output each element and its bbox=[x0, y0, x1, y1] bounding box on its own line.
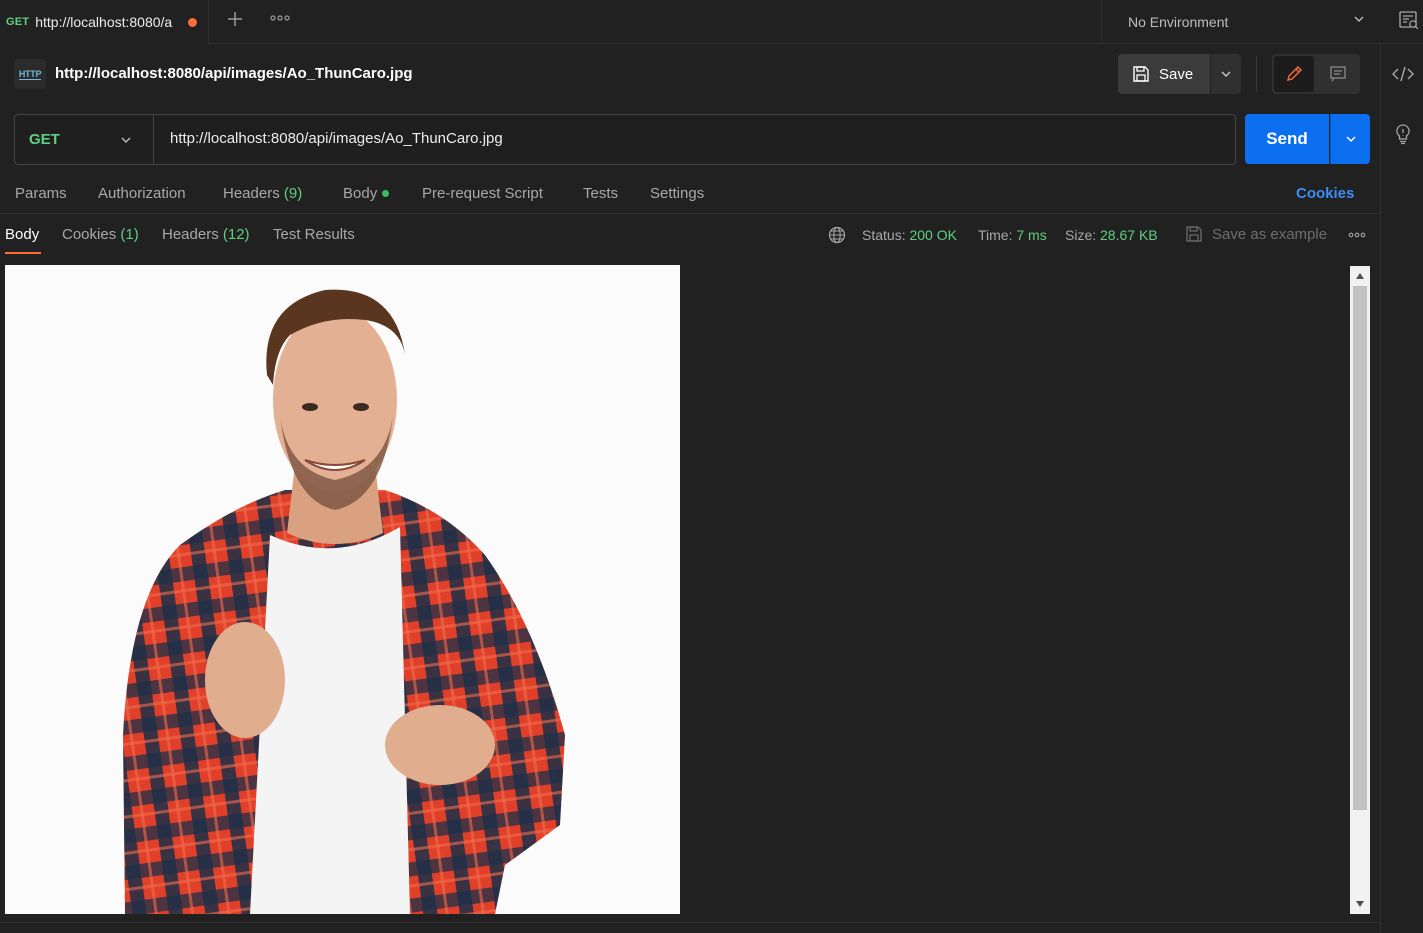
pencil-icon bbox=[1287, 66, 1302, 81]
method-value: GET bbox=[29, 131, 60, 148]
tab-method: GET bbox=[6, 16, 30, 28]
http-badge-label: HTTP bbox=[18, 68, 42, 80]
code-icon bbox=[1392, 66, 1414, 82]
method-select[interactable]: GET bbox=[15, 115, 154, 164]
response-tab-cookies[interactable]: Cookies (1) bbox=[62, 226, 139, 243]
chevron-down-icon bbox=[121, 137, 131, 143]
save-dropdown-button[interactable] bbox=[1211, 54, 1241, 94]
more-icon[interactable] bbox=[1348, 232, 1366, 238]
save-button[interactable]: Save bbox=[1118, 54, 1210, 94]
response-headers-count: (12) bbox=[222, 226, 250, 243]
url-bar: GET http://localhost:8080/api/images/Ao_… bbox=[14, 114, 1236, 165]
tab-settings[interactable]: Settings bbox=[650, 185, 704, 202]
response-size: Size: 28.67 KB bbox=[1065, 227, 1158, 243]
new-tab-button[interactable] bbox=[222, 6, 248, 32]
response-status: Status: 200 OK bbox=[862, 227, 957, 243]
tab-tests[interactable]: Tests bbox=[583, 185, 618, 202]
response-tabs: Body Cookies (1) Headers (12) Test Resul… bbox=[0, 214, 1380, 258]
time-value: 7 ms bbox=[1016, 227, 1047, 243]
tab-body-label: Body bbox=[343, 185, 378, 202]
headers-count: (9) bbox=[283, 185, 303, 202]
unsaved-dot bbox=[188, 17, 198, 27]
plus-icon bbox=[228, 12, 242, 26]
request-tab[interactable]: GET http://localhost:8080/a bbox=[0, 0, 209, 44]
response-tab-headers-label: Headers bbox=[162, 226, 219, 243]
response-tab-cookies-label: Cookies bbox=[62, 226, 117, 243]
tab-body[interactable]: Body bbox=[343, 185, 390, 202]
tab-headers[interactable]: Headers (9) bbox=[223, 185, 302, 202]
save-icon bbox=[1186, 226, 1202, 242]
edit-mode-button[interactable] bbox=[1274, 56, 1314, 92]
lightbulb-icon bbox=[1396, 124, 1410, 145]
right-sidebar bbox=[1380, 44, 1423, 933]
code-button[interactable] bbox=[1391, 62, 1415, 86]
time-label: Time: bbox=[978, 227, 1013, 243]
chevron-down-icon bbox=[1345, 136, 1356, 143]
response-tab-headers[interactable]: Headers (12) bbox=[162, 226, 250, 243]
size-label: Size: bbox=[1065, 227, 1097, 243]
mode-toggle bbox=[1272, 54, 1360, 94]
tab-authorization[interactable]: Authorization bbox=[98, 185, 186, 202]
person-photo bbox=[123, 289, 565, 914]
tab-headers-label: Headers bbox=[223, 185, 280, 202]
response-tab-test-results[interactable]: Test Results bbox=[273, 226, 355, 243]
comment-icon bbox=[1330, 66, 1346, 82]
send-dropdown-button[interactable] bbox=[1330, 114, 1370, 164]
body-indicator-dot bbox=[382, 189, 390, 197]
tab-bar: GET http://localhost:8080/a No Environme… bbox=[0, 0, 1423, 44]
tab-more-button[interactable] bbox=[266, 8, 294, 28]
save-icon bbox=[1133, 66, 1149, 82]
response-scrollbar[interactable] bbox=[1350, 266, 1370, 914]
scroll-up-arrow[interactable] bbox=[1355, 271, 1365, 281]
size-value: 28.67 KB bbox=[1100, 227, 1158, 243]
tab-pre-request-script[interactable]: Pre-request Script bbox=[422, 185, 543, 202]
tab-title: http://localhost:8080/a bbox=[35, 14, 173, 30]
response-tab-body[interactable]: Body bbox=[5, 226, 39, 243]
environment-quicklook-icon[interactable] bbox=[1398, 9, 1420, 31]
response-image-preview bbox=[5, 265, 680, 914]
info-button[interactable] bbox=[1391, 122, 1415, 146]
scroll-thumb[interactable] bbox=[1353, 286, 1367, 810]
url-input[interactable]: http://localhost:8080/api/images/Ao_Thun… bbox=[170, 130, 503, 147]
status-label: Status: bbox=[862, 227, 906, 243]
http-badge: HTTP bbox=[14, 59, 46, 89]
request-name[interactable]: http://localhost:8080/api/images/Ao_Thun… bbox=[55, 65, 413, 82]
environment-selector[interactable]: No Environment bbox=[1101, 0, 1380, 44]
cookies-link[interactable]: Cookies bbox=[1296, 185, 1354, 202]
globe-icon[interactable] bbox=[828, 226, 846, 244]
request-header: HTTP http://localhost:8080/api/images/Ao… bbox=[0, 44, 1380, 106]
save-as-example-label: Save as example bbox=[1212, 225, 1328, 243]
cookies-count: (1) bbox=[120, 226, 139, 243]
request-tabs: Params Authorization Headers (9) Body Pr… bbox=[0, 176, 1380, 214]
more-icon bbox=[270, 15, 290, 21]
environment-label: No Environment bbox=[1128, 14, 1229, 30]
scroll-down-arrow[interactable] bbox=[1355, 899, 1365, 909]
active-tab-indicator bbox=[5, 252, 41, 254]
divider bbox=[1256, 56, 1257, 92]
tab-params[interactable]: Params bbox=[15, 185, 67, 202]
footer-divider bbox=[0, 922, 1380, 923]
status-value: 200 OK bbox=[909, 227, 957, 243]
chevron-down-icon bbox=[1221, 71, 1231, 77]
response-time: Time: 7 ms bbox=[978, 227, 1047, 243]
send-button[interactable]: Send bbox=[1245, 114, 1329, 164]
comment-mode-button[interactable] bbox=[1318, 56, 1358, 92]
save-as-example-button[interactable]: Save as example bbox=[1185, 225, 1327, 243]
save-label: Save bbox=[1159, 65, 1194, 83]
chevron-down-icon bbox=[1354, 16, 1364, 22]
